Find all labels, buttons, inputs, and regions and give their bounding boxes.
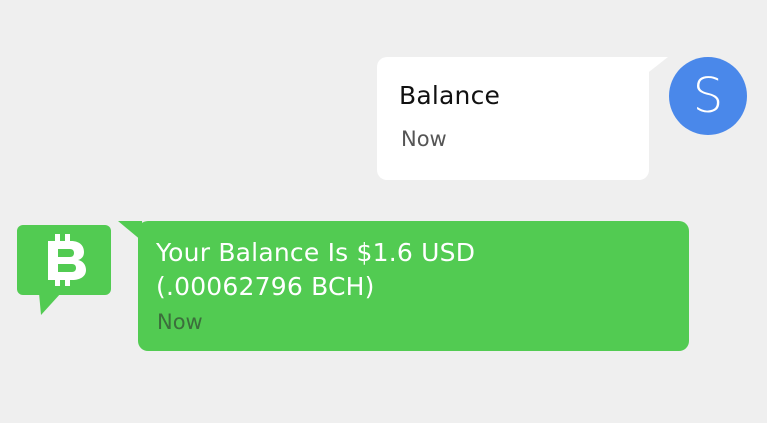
bitcoin-chat-icon: [17, 225, 111, 315]
outgoing-message-time: Now: [401, 127, 447, 151]
incoming-message-time: Now: [157, 310, 203, 334]
user-avatar[interactable]: S: [669, 57, 747, 135]
incoming-message-line-2: (.00062796 BCH): [156, 272, 375, 301]
avatar-initial: S: [692, 68, 724, 124]
incoming-message-line-1: Your Balance Is $1.6 USD: [156, 238, 476, 267]
incoming-message-text: Your Balance Is $1.6 USD (.00062796 BCH): [156, 236, 656, 304]
outgoing-message-bubble: Balance Now: [377, 57, 649, 180]
outgoing-bubble-tail: [640, 57, 668, 79]
incoming-message-bubble: Your Balance Is $1.6 USD (.00062796 BCH)…: [138, 221, 689, 351]
outgoing-message-text: Balance: [399, 81, 501, 110]
